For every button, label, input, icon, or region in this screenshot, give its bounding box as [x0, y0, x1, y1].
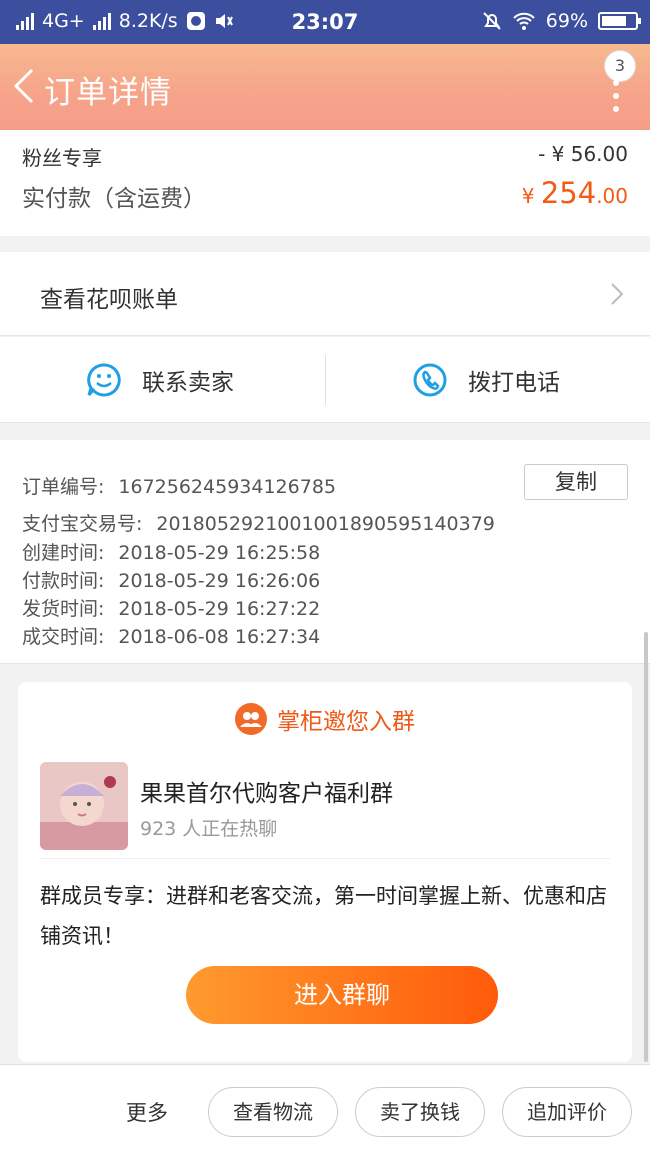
- group-member-count: 923 人正在热聊: [140, 818, 278, 840]
- mute-bell-icon: [483, 12, 501, 30]
- paid-time-key: 付款时间:: [22, 570, 105, 592]
- message-badge[interactable]: 3: [604, 50, 636, 82]
- back-arrow-icon[interactable]: [10, 66, 38, 106]
- created-time-key: 创建时间:: [22, 542, 105, 564]
- paid-time-row: 付款时间: 2018-05-29 16:26:06: [22, 566, 320, 593]
- baby-photo-image: [40, 762, 128, 850]
- order-number-row: 订单编号: 167256245934126785: [22, 472, 336, 499]
- copy-button[interactable]: 复制: [524, 464, 628, 500]
- more-menu-icon[interactable]: [612, 80, 620, 114]
- paid-currency: ¥: [521, 184, 541, 208]
- alipay-trade-value: 2018052921001001890595140379: [156, 513, 495, 535]
- status-right: 69%: [482, 10, 641, 32]
- group-invite-card: 掌柜邀您入群 果果首尔代购客户福利群 923 人正在热聊 群成员专享：进群和老客…: [18, 682, 632, 1062]
- shipped-time-row: 发货时间: 2018-05-29 16:27:22: [22, 594, 320, 621]
- call-phone-button[interactable]: 拨打电话: [412, 337, 560, 423]
- group-avatar[interactable]: [40, 762, 128, 850]
- chat-smile-icon: [87, 363, 121, 397]
- huabei-bill-row[interactable]: 查看花呗账单: [0, 252, 650, 336]
- group-description: 群成员专享：进群和老客交流，第一时间掌握上新、优惠和店铺资讯！: [40, 884, 607, 948]
- contact-seller-button[interactable]: 联系卖家: [86, 337, 234, 423]
- created-time-value: 2018-05-29 16:25:58: [118, 542, 321, 564]
- deal-time-row: 成交时间: 2018-06-08 16:27:34: [22, 622, 320, 649]
- page-title: 订单详情: [44, 75, 172, 111]
- join-group-button[interactable]: 进入群聊: [186, 966, 498, 1024]
- paid-decimal: .00: [596, 184, 628, 208]
- order-number-value: 167256245934126785: [118, 476, 336, 498]
- contact-seller-label: 联系卖家: [142, 370, 234, 396]
- status-bar: 4G+ 8.2K/s 23:07 69%: [0, 0, 650, 44]
- price-summary: 粉丝专享 - ¥ 56.00 实付款（含运费） ¥ 254.00: [0, 130, 650, 236]
- more-actions-link[interactable]: 更多: [126, 1097, 168, 1127]
- scrollbar[interactable]: [644, 632, 648, 1062]
- paid-label: 实付款（含运费）: [22, 186, 206, 212]
- group-name[interactable]: 果果首尔代购客户福利群: [140, 774, 393, 808]
- alipay-trade-key: 支付宝交易号:: [22, 513, 143, 535]
- alipay-trade-row: 支付宝交易号: 2018052921001001890595140379: [22, 509, 495, 536]
- group-divider: [40, 858, 610, 859]
- discount-value: - ¥ 56.00: [538, 142, 628, 166]
- paid-time-value: 2018-05-29 16:26:06: [118, 570, 321, 592]
- paid-amount: ¥ 254.00: [522, 176, 628, 210]
- created-time-row: 创建时间: 2018-05-29 16:25:58: [22, 538, 320, 565]
- shipped-time-value: 2018-05-29 16:27:22: [118, 598, 321, 620]
- battery-percent: 69%: [545, 10, 588, 32]
- paid-integer: 254: [540, 176, 597, 210]
- call-phone-label: 拨打电话: [468, 370, 560, 396]
- deal-time-value: 2018-06-08 16:27:34: [118, 626, 321, 648]
- battery-icon: [598, 12, 641, 30]
- shipped-time-key: 发货时间:: [22, 598, 105, 620]
- wifi-icon: [513, 12, 535, 30]
- order-number-key: 订单编号:: [22, 476, 105, 498]
- bottom-action-bar: 更多 查看物流 卖了换钱 追加评价: [0, 1064, 650, 1155]
- discount-label: 粉丝专享: [22, 146, 102, 170]
- group-invite-title: 掌柜邀您入群: [277, 709, 415, 735]
- add-review-button[interactable]: 追加评价: [502, 1087, 632, 1137]
- contact-row: 联系卖家 拨打电话: [0, 337, 650, 423]
- group-people-icon: [235, 703, 267, 735]
- group-invite-header: 掌柜邀您入群: [18, 702, 632, 736]
- phone-icon: [413, 363, 447, 397]
- view-logistics-button[interactable]: 查看物流: [208, 1087, 338, 1137]
- deal-time-key: 成交时间:: [22, 626, 105, 648]
- huabei-bill-label: 查看花呗账单: [40, 287, 178, 313]
- resell-button[interactable]: 卖了换钱: [355, 1087, 485, 1137]
- nav-bar: 订单详情 3: [0, 44, 650, 130]
- chevron-right-icon: [611, 283, 624, 305]
- contact-divider: [325, 355, 326, 405]
- order-info: 订单编号: 167256245934126785 复制 支付宝交易号: 201805…: [0, 440, 650, 664]
